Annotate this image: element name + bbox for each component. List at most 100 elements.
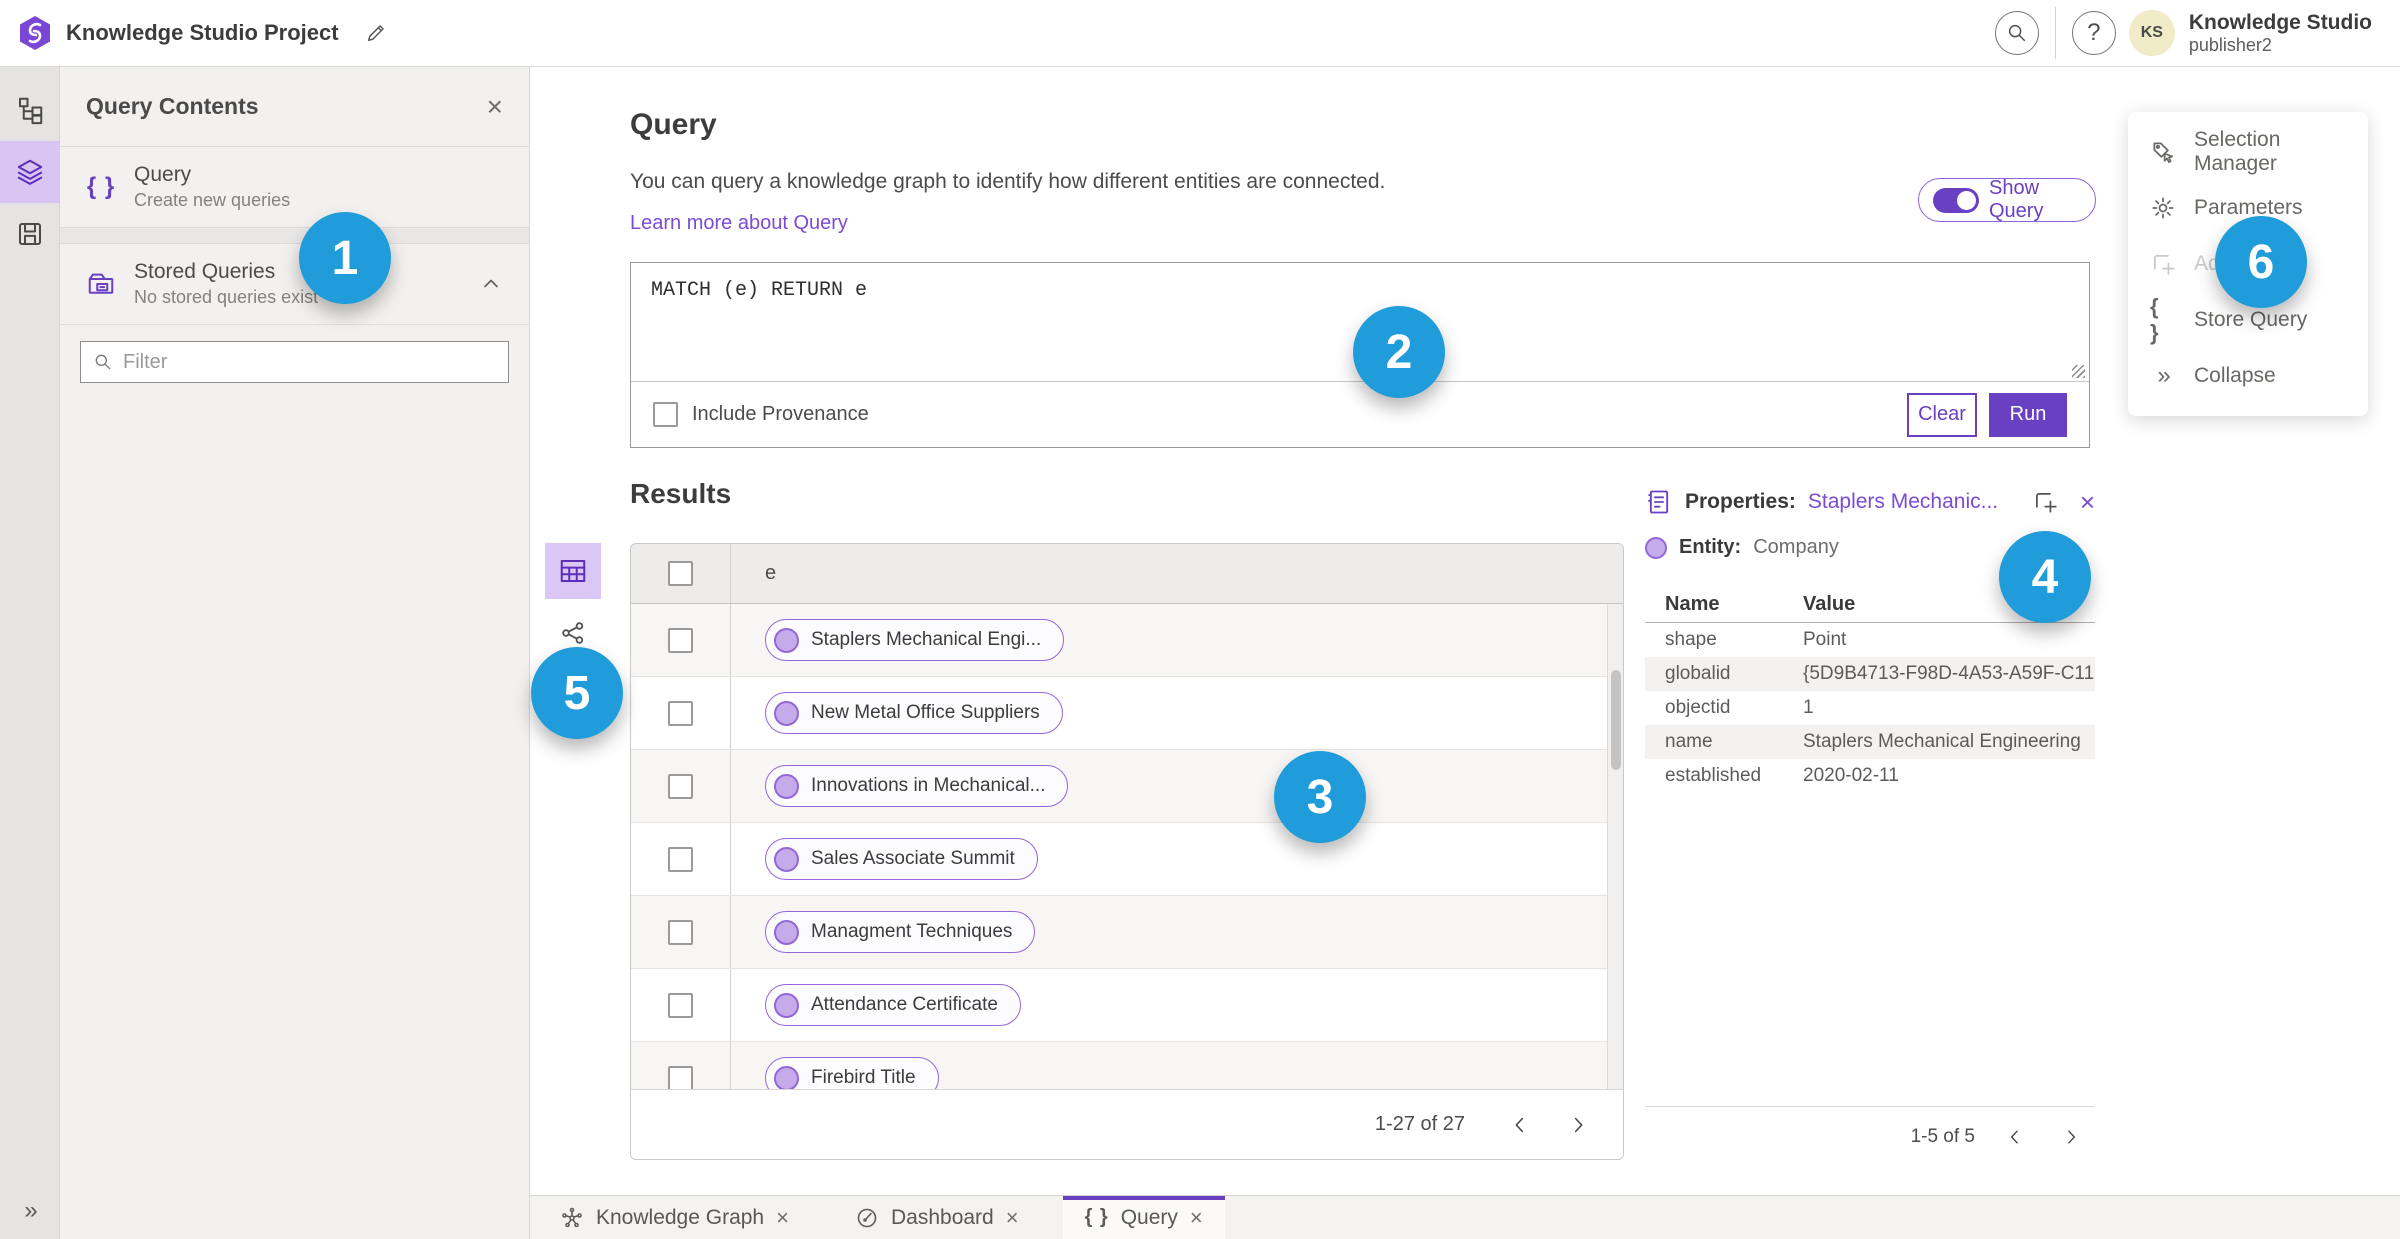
- close-tab-icon[interactable]: ×: [1190, 1205, 1203, 1231]
- filter-input[interactable]: [123, 350, 496, 374]
- panel-item-label: Query: [134, 163, 192, 186]
- table-row[interactable]: Sales Associate Summit: [631, 823, 1623, 896]
- entity-chip[interactable]: Innovations in Mechanical...: [765, 765, 1069, 807]
- include-provenance-label: Include Provenance: [692, 403, 869, 425]
- add-to-new-icon[interactable]: [2032, 489, 2058, 515]
- query-page-title: Query: [630, 108, 717, 141]
- table-view-button[interactable]: [545, 543, 601, 599]
- table-row[interactable]: Innovations in Mechanical...: [631, 750, 1623, 823]
- select-all-checkbox[interactable]: [668, 561, 693, 586]
- menu-item-label: Collapse: [2194, 364, 2276, 387]
- panel-item-query[interactable]: { } Query Create new queries: [60, 147, 529, 228]
- row-checkbox[interactable]: [668, 846, 693, 872]
- help-icon: ?: [2087, 19, 2101, 46]
- properties-icon: [1648, 490, 1669, 514]
- resize-handle[interactable]: [2072, 365, 2085, 378]
- knowledge-graph-icon: [560, 1206, 584, 1230]
- panel-item-stored-queries[interactable]: Stored Queries No stored queries exist: [60, 244, 529, 325]
- show-query-toggle[interactable]: Show Query: [1918, 177, 2096, 222]
- row-checkbox[interactable]: [668, 992, 693, 1018]
- top-bar: Knowledge Studio Project ? KS Knowledge …: [0, 0, 2400, 67]
- table-row[interactable]: New Metal Office Suppliers: [631, 677, 1623, 750]
- previous-page-icon[interactable]: [2005, 1127, 2025, 1147]
- entity-chip[interactable]: Sales Associate Summit: [765, 838, 1038, 880]
- run-button[interactable]: Run: [1989, 392, 2067, 437]
- property-value: 1: [1803, 697, 1814, 718]
- selection-manager-item[interactable]: Selection Manager: [2128, 124, 2368, 180]
- properties-label: Properties:: [1685, 490, 1796, 513]
- edit-title-icon[interactable]: [365, 22, 387, 44]
- tab-knowledge-graph[interactable]: Knowledge Graph ×: [538, 1196, 811, 1239]
- include-provenance-checkbox[interactable]: [653, 402, 678, 427]
- layers-icon: [17, 159, 43, 185]
- learn-more-link[interactable]: Learn more about Query: [630, 212, 848, 235]
- entity-dot-icon: [774, 627, 799, 653]
- row-checkbox[interactable]: [668, 1065, 693, 1090]
- close-tab-icon[interactable]: ×: [1006, 1205, 1019, 1231]
- menu-item-label: Selection Manager: [2194, 128, 2281, 175]
- results-table-header: e: [631, 544, 1623, 604]
- table-row[interactable]: Firebird Title: [631, 1042, 1623, 1090]
- entity-chip[interactable]: Attendance Certificate: [765, 984, 1021, 1026]
- entity-chip[interactable]: Managment Techniques: [765, 911, 1036, 953]
- column-header-name: Name: [1665, 593, 1720, 615]
- braces-icon: { }: [86, 173, 116, 200]
- properties-entity-link[interactable]: Staplers Mechanic...: [1808, 490, 2020, 514]
- previous-page-icon[interactable]: [1509, 1114, 1531, 1136]
- property-row: established 2020-02-11: [1645, 759, 2095, 793]
- row-checkbox[interactable]: [668, 700, 693, 726]
- tab-dashboard[interactable]: Dashboard ×: [833, 1196, 1041, 1239]
- expand-rail-chevrons-icon[interactable]: »: [0, 1197, 60, 1225]
- table-row[interactable]: Staplers Mechanical Engi...: [631, 604, 1623, 677]
- property-row: name Staplers Mechanical Engineering: [1645, 725, 2095, 759]
- entity-chip-label: Managment Techniques: [811, 921, 1013, 942]
- tab-label: Query: [1120, 1205, 1178, 1229]
- rail-item-data-model[interactable]: [0, 79, 60, 141]
- toggle-switch[interactable]: [1933, 187, 1979, 213]
- user-name: Knowledge Studio: [2188, 10, 2372, 34]
- chevron-up-icon[interactable]: [479, 272, 503, 296]
- entity-chip[interactable]: New Metal Office Suppliers: [765, 692, 1063, 734]
- help-button[interactable]: ?: [2071, 11, 2116, 55]
- tab-label: Dashboard: [890, 1205, 994, 1229]
- tab-query-active[interactable]: { } Query ×: [1062, 1196, 1225, 1239]
- table-row[interactable]: Managment Techniques: [631, 896, 1623, 969]
- properties-header: Properties: Staplers Mechanic... ×: [1645, 488, 2095, 516]
- search-button[interactable]: [1994, 11, 2039, 55]
- rail-item-layers[interactable]: [0, 141, 60, 203]
- results-scrollbar: [1607, 604, 1623, 1089]
- row-checkbox[interactable]: [668, 919, 693, 945]
- property-name: established: [1665, 765, 1762, 786]
- panel-item-sub: No stored queries exist: [134, 287, 319, 307]
- close-properties-icon[interactable]: ×: [2080, 489, 2095, 515]
- query-code-input[interactable]: MATCH (e) RETURN e: [631, 263, 2089, 318]
- row-checkbox[interactable]: [668, 773, 693, 799]
- topbar-divider: [2122, 7, 2123, 59]
- app-logo-icon[interactable]: [18, 15, 52, 51]
- close-panel-icon[interactable]: ×: [487, 92, 503, 121]
- entity-chip[interactable]: Staplers Mechanical Engi...: [765, 619, 1065, 661]
- topbar-divider: [2054, 7, 2056, 59]
- entity-chip[interactable]: Firebird Title: [765, 1057, 939, 1090]
- panel-item-label: Stored Queries: [134, 260, 276, 283]
- next-page-icon[interactable]: [2061, 1127, 2081, 1147]
- results-title: Results: [630, 478, 732, 509]
- gear-icon: [2150, 195, 2176, 221]
- user-block[interactable]: Knowledge Studio publisher2: [2189, 11, 2372, 56]
- query-contents-panel: Query Contents × { } Query Create new qu…: [60, 67, 530, 1239]
- row-checkbox[interactable]: [668, 627, 693, 653]
- dashboard-gauge-icon: [855, 1206, 879, 1230]
- add-to-new-icon: [2150, 251, 2176, 277]
- scrollbar-thumb[interactable]: [1611, 670, 1621, 770]
- collapse-item[interactable]: » Collapse: [2128, 348, 2368, 404]
- menu-item-label: Store Query: [2194, 308, 2308, 331]
- entity-dot-icon: [774, 773, 799, 799]
- rail-item-save[interactable]: [0, 203, 60, 265]
- next-page-icon[interactable]: [1567, 1114, 1589, 1136]
- selection-manager-icon: [2150, 139, 2176, 165]
- avatar[interactable]: KS: [2128, 10, 2175, 56]
- table-row[interactable]: Attendance Certificate: [631, 969, 1623, 1042]
- close-tab-icon[interactable]: ×: [776, 1205, 789, 1231]
- property-name: name: [1665, 731, 1713, 752]
- clear-button[interactable]: Clear: [1907, 392, 1977, 437]
